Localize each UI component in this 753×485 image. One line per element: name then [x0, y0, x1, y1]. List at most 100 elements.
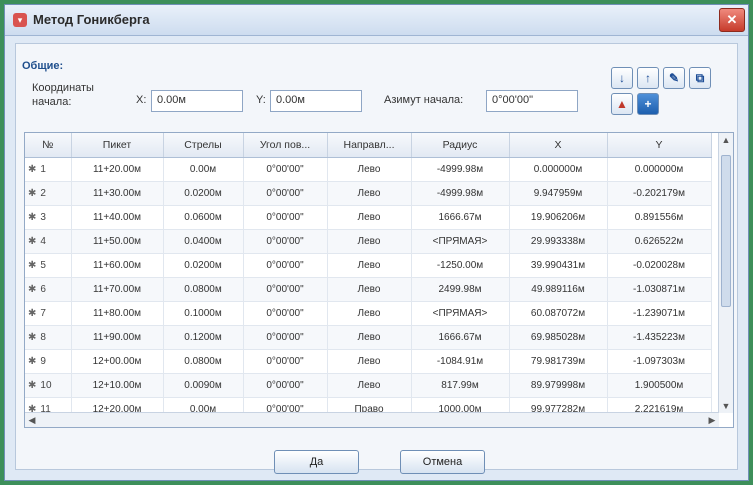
vertical-scrollbar[interactable]: ▲ ▼ — [718, 133, 733, 413]
table-cell[interactable]: 0.00м — [163, 157, 244, 182]
table-cell[interactable]: 0°00'00" — [243, 325, 328, 350]
row-number-cell[interactable]: ✱ 3 — [25, 205, 72, 230]
table-cell[interactable]: 0.0800м — [163, 277, 244, 302]
row-number-cell[interactable]: ✱ 2 — [25, 181, 72, 206]
table-cell[interactable]: 0.0800м — [163, 349, 244, 374]
table-cell[interactable]: -1.435223м — [607, 325, 712, 350]
table-cell[interactable]: 0°00'00" — [243, 181, 328, 206]
table-cell[interactable]: 11+40.00м — [71, 205, 164, 230]
scroll-down-icon[interactable]: ▼ — [719, 399, 733, 413]
table-cell[interactable]: -1.097303м — [607, 349, 712, 374]
row-number-cell[interactable]: ✱ 1 — [25, 157, 72, 182]
table-cell[interactable]: 0.0400м — [163, 229, 244, 254]
col-sag[interactable]: Стрелы — [163, 133, 244, 158]
table-cell[interactable]: Лево — [327, 325, 412, 350]
table-row[interactable]: ✱ 1 11+20.00м 0.00м 0°00'00" Лево -4999.98м 0.0… — [25, 157, 712, 182]
table-cell[interactable]: -1.239071м — [607, 301, 712, 326]
table-cell[interactable]: Лево — [327, 373, 412, 398]
table-cell[interactable]: 11+60.00м — [71, 253, 164, 278]
ok-button[interactable]: Да — [274, 450, 359, 474]
table-row[interactable]: ✱ 7 11+80.00м 0.1000м 0°00'00" Лево <ПРЯМАЯ> 60… — [25, 301, 712, 326]
table-cell[interactable]: 0°00'00" — [243, 157, 328, 182]
col-x[interactable]: X — [509, 133, 608, 158]
table-cell[interactable]: 0°00'00" — [243, 373, 328, 398]
table-cell[interactable]: 11+90.00м — [71, 325, 164, 350]
table-cell[interactable]: 0.0200м — [163, 253, 244, 278]
table-row[interactable]: ✱ 10 12+10.00м 0.0090м 0°00'00" Лево 817.99м 89… — [25, 373, 712, 398]
table-cell[interactable]: -1250.00м — [411, 253, 510, 278]
table-cell[interactable]: 0°00'00" — [243, 229, 328, 254]
title-bar[interactable]: ▾ Метод Гоникберга ✕ — [5, 5, 748, 36]
table-cell[interactable]: 2499.98м — [411, 277, 510, 302]
table-cell[interactable]: Лево — [327, 181, 412, 206]
move-down-button[interactable]: ↓ — [611, 67, 633, 89]
row-number-cell[interactable]: ✱ 9 — [25, 349, 72, 374]
edit-button[interactable]: ✎ — [663, 67, 685, 89]
scroll-up-icon[interactable]: ▲ — [719, 133, 733, 147]
table-cell[interactable]: 11+30.00м — [71, 181, 164, 206]
x-input[interactable]: 0.00м — [151, 90, 243, 112]
table-row[interactable]: ✱ 2 11+30.00м 0.0200м 0°00'00" Лево -4999.98м 9… — [25, 181, 712, 206]
table-cell[interactable]: 19.906206м — [509, 205, 608, 230]
table-cell[interactable]: -4999.98м — [411, 157, 510, 182]
table-cell[interactable]: Лево — [327, 253, 412, 278]
table-row[interactable]: ✱ 9 12+00.00м 0.0800м 0°00'00" Лево -1084.91м 7… — [25, 349, 712, 374]
table-cell[interactable]: 9.947959м — [509, 181, 608, 206]
table-cell[interactable]: 0°00'00" — [243, 301, 328, 326]
table-cell[interactable]: 0°00'00" — [243, 205, 328, 230]
col-picket[interactable]: Пикет — [71, 133, 164, 158]
table-cell[interactable]: -4999.98м — [411, 181, 510, 206]
row-number-cell[interactable]: ✱ 6 — [25, 277, 72, 302]
table-cell[interactable]: 11+80.00м — [71, 301, 164, 326]
move-up-button[interactable]: ↑ — [637, 67, 659, 89]
row-number-cell[interactable]: ✱ 7 — [25, 301, 72, 326]
table-cell[interactable]: 0.000000м — [607, 157, 712, 182]
table-cell[interactable]: 0.0090м — [163, 373, 244, 398]
scroll-left-icon[interactable]: ◀ — [25, 413, 39, 427]
table-cell[interactable]: 69.985028м — [509, 325, 608, 350]
add-button[interactable]: + — [637, 93, 659, 115]
col-direction[interactable]: Направл... — [327, 133, 412, 158]
table-cell[interactable]: -1.030871м — [607, 277, 712, 302]
table-cell[interactable]: 1666.67м — [411, 325, 510, 350]
table-cell[interactable]: 817.99м — [411, 373, 510, 398]
table-cell[interactable]: Лево — [327, 301, 412, 326]
table-cell[interactable]: 1.900500м — [607, 373, 712, 398]
table-cell[interactable]: 0.000000м — [509, 157, 608, 182]
table-cell[interactable]: -1084.91м — [411, 349, 510, 374]
row-number-cell[interactable]: ✱ 8 — [25, 325, 72, 350]
y-input[interactable]: 0.00м — [270, 90, 362, 112]
table-row[interactable]: ✱ 5 11+60.00м 0.0200м 0°00'00" Лево -1250.00м 3… — [25, 253, 712, 278]
azimuth-input[interactable]: 0°00'00" — [486, 90, 578, 112]
table-cell[interactable]: 11+70.00м — [71, 277, 164, 302]
table-cell[interactable]: 0.0200м — [163, 181, 244, 206]
table-row[interactable]: ✱ 3 11+40.00м 0.0600м 0°00'00" Лево 1666.67м 19… — [25, 205, 712, 230]
table-cell[interactable]: 60.087072м — [509, 301, 608, 326]
table-cell[interactable]: Лево — [327, 229, 412, 254]
table-cell[interactable]: Лево — [327, 157, 412, 182]
table-cell[interactable]: Лево — [327, 277, 412, 302]
table-row[interactable]: ✱ 8 11+90.00м 0.1200м 0°00'00" Лево 1666.67м 69… — [25, 325, 712, 350]
vertical-scroll-thumb[interactable] — [721, 155, 731, 307]
close-button[interactable]: ✕ — [719, 8, 745, 32]
col-number[interactable]: № — [25, 133, 72, 158]
table-cell[interactable]: 79.981739м — [509, 349, 608, 374]
table-cell[interactable]: 49.989116м — [509, 277, 608, 302]
table-cell[interactable]: 0.0600м — [163, 205, 244, 230]
table-cell[interactable]: 0°00'00" — [243, 253, 328, 278]
table-cell[interactable]: -0.020028м — [607, 253, 712, 278]
col-radius[interactable]: Радиус — [411, 133, 510, 158]
table-row[interactable]: ✱ 6 11+70.00м 0.0800м 0°00'00" Лево 2499.98м 49… — [25, 277, 712, 302]
table-cell[interactable]: Лево — [327, 349, 412, 374]
table-cell[interactable]: -0.202179м — [607, 181, 712, 206]
col-angle[interactable]: Угол пов... — [243, 133, 328, 158]
table-cell[interactable]: 0°00'00" — [243, 349, 328, 374]
table-cell[interactable]: 0.1000м — [163, 301, 244, 326]
table-cell[interactable]: 11+50.00м — [71, 229, 164, 254]
cancel-button[interactable]: Отмена — [400, 450, 485, 474]
table-cell[interactable]: 0.1200м — [163, 325, 244, 350]
table-cell[interactable]: <ПРЯМАЯ> — [411, 301, 510, 326]
table-cell[interactable]: 0.891556м — [607, 205, 712, 230]
table-cell[interactable]: 39.990431м — [509, 253, 608, 278]
table-cell[interactable]: <ПРЯМАЯ> — [411, 229, 510, 254]
